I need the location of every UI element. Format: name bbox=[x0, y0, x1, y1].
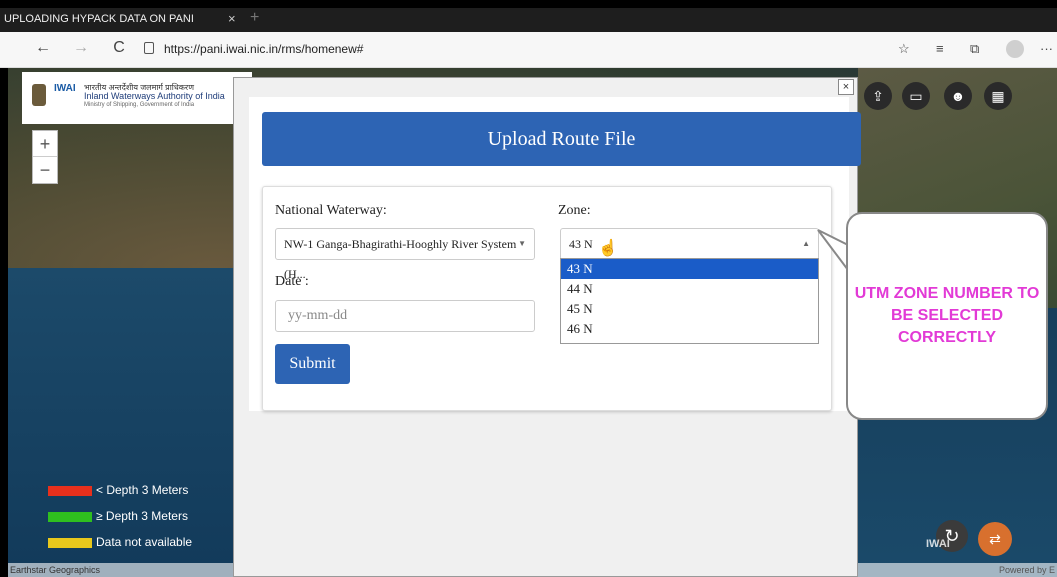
zone-option[interactable]: 46 N bbox=[561, 319, 818, 339]
map-sea-region bbox=[8, 268, 238, 577]
legend-label: Data not available bbox=[96, 535, 193, 549]
submit-button[interactable]: Submit bbox=[275, 344, 350, 384]
profile-avatar[interactable] bbox=[1006, 40, 1024, 58]
new-tab-icon[interactable]: + bbox=[250, 9, 259, 27]
emblem-icon bbox=[32, 84, 46, 106]
read-aloud-icon[interactable]: ☆ bbox=[898, 41, 910, 57]
modal-title: Upload Route File bbox=[262, 112, 861, 166]
folder-icon[interactable]: ▭ bbox=[902, 82, 930, 110]
hand-cursor-icon: ☝ bbox=[598, 240, 618, 257]
national-waterway-select[interactable]: NW-1 Ganga-Bhagirathi-Hooghly River Syst… bbox=[275, 228, 535, 281]
browser-title-bar: UPLOADING HYPACK DATA ON PANI × + bbox=[0, 8, 1057, 32]
users-icon[interactable]: ☻ bbox=[944, 82, 972, 110]
powered-by: Powered by E bbox=[998, 565, 1055, 575]
forward-icon[interactable]: → bbox=[70, 39, 92, 57]
callout-text: UTM ZONE NUMBER TO BE SELECTED CORRECTLY bbox=[854, 285, 1040, 346]
zone-dropdown-list: 43 N 44 N 45 N 46 N bbox=[560, 258, 819, 344]
date-input[interactable]: yy-mm-dd bbox=[275, 300, 535, 332]
url-text: https://pani.iwai.nic.in/rms/homenew# bbox=[164, 42, 364, 56]
org-name: Inland Waterways Authority of India bbox=[84, 91, 225, 101]
chevron-up-icon: ▲ bbox=[802, 239, 810, 248]
zoom-out-button[interactable]: − bbox=[33, 157, 57, 183]
favorites-icon[interactable]: ≡ bbox=[936, 41, 944, 56]
legend-label: ≥ Depth 3 Meters bbox=[96, 509, 188, 523]
corner-widgets: ↻ ⇄ IWAI bbox=[926, 520, 1016, 564]
modal-close-icon[interactable]: × bbox=[838, 79, 854, 95]
more-menu-icon[interactable]: ··· bbox=[1040, 41, 1053, 56]
iwai-watermark-logo: IWAI bbox=[926, 538, 950, 550]
lock-icon bbox=[144, 42, 154, 54]
zone-option[interactable]: 43 N bbox=[561, 259, 818, 279]
link-icon[interactable]: ⇄ bbox=[978, 522, 1012, 556]
upload-icon[interactable]: ⇪ bbox=[864, 82, 892, 110]
legend-swatch-red bbox=[48, 486, 92, 496]
legend-swatch-yellow bbox=[48, 538, 92, 548]
date-label: Date : bbox=[275, 274, 309, 289]
zone-option[interactable]: 44 N bbox=[561, 279, 818, 299]
zone-option[interactable]: 45 N bbox=[561, 299, 818, 319]
back-icon[interactable]: ← bbox=[32, 39, 54, 57]
zoom-control: + − bbox=[32, 130, 58, 184]
address-bar[interactable]: https://pani.iwai.nic.in/rms/homenew# bbox=[140, 38, 840, 62]
legend-swatch-green bbox=[48, 512, 92, 522]
tab-close-icon[interactable]: × bbox=[228, 11, 236, 26]
zone-label: Zone: bbox=[558, 203, 591, 218]
chevron-down-icon: ▼ bbox=[518, 239, 526, 248]
tab-title[interactable]: UPLOADING HYPACK DATA ON PANI bbox=[4, 13, 194, 25]
site-header: IWAI भारतीय अन्तर्देशीय जलमार्ग प्राधिकर… bbox=[22, 72, 252, 124]
national-waterway-label: National Waterway: bbox=[275, 203, 387, 218]
reload-icon[interactable]: C bbox=[108, 39, 130, 57]
org-subtitle: Ministry of Shipping, Government of Indi… bbox=[84, 102, 195, 108]
legend-label: < Depth 3 Meters bbox=[96, 483, 189, 497]
collections-icon[interactable]: ⧉ bbox=[970, 41, 979, 57]
browser-nav-bar: ← → C https://pani.iwai.nic.in/rms/homen… bbox=[0, 32, 1057, 68]
zoom-in-button[interactable]: + bbox=[33, 131, 57, 157]
iwai-logo: IWAI bbox=[54, 83, 76, 94]
zone-value: 43 N bbox=[569, 237, 593, 251]
grid-icon[interactable]: ▦ bbox=[984, 82, 1012, 110]
